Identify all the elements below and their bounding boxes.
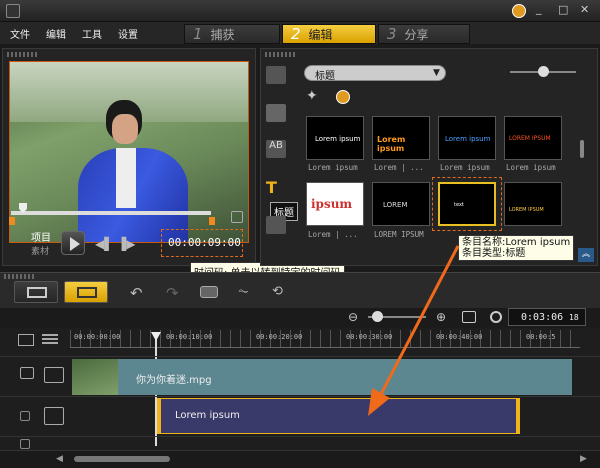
library-expand-button[interactable]: ︽ [578, 248, 594, 262]
chevron-down-icon: ▼ [433, 68, 440, 78]
title-thumbnail[interactable]: LOREM IPSUM [504, 116, 562, 160]
title-thumbnail[interactable]: Lorem ipsum [306, 116, 364, 160]
menu-tools[interactable]: 工具 [82, 26, 102, 41]
title-t-icon[interactable]: T [266, 178, 277, 197]
video-person [72, 100, 192, 242]
timeline-scrollbar[interactable]: ◀ ▶ [0, 450, 600, 468]
tab-edit[interactable]: 2 编辑 [282, 24, 376, 44]
record-capture-icon[interactable] [200, 286, 218, 298]
category-dropdown-value: 标题 [315, 71, 335, 82]
redo-icon[interactable]: ↷ [166, 284, 179, 302]
trim-end-marker[interactable] [209, 217, 215, 225]
panel-grip [4, 274, 34, 279]
video-clip-label: 你为你着迷.mpg [136, 375, 212, 386]
timeline-icon [77, 287, 97, 298]
timecode-value[interactable]: 00:00:09:00 [168, 236, 241, 249]
next-frame-icon[interactable]: ▐▶ [117, 237, 135, 251]
text-ab-icon[interactable]: AB [266, 140, 286, 158]
graphics-library-icon[interactable] [266, 216, 286, 234]
drag-arrow [368, 245, 460, 416]
play-icon [70, 237, 80, 251]
menu-file[interactable]: 文件 [10, 26, 30, 41]
ruler-label: 00:00:00:00 [74, 333, 121, 341]
video-track: 你为你着迷.mpg [0, 356, 600, 396]
track-visibility-icon[interactable] [20, 411, 30, 421]
item-tooltip-name: 条目名称:Lorem ipsum [462, 237, 571, 248]
minimize-button[interactable]: _ [536, 2, 542, 15]
update-icon[interactable] [512, 4, 526, 18]
panel-grip [7, 52, 37, 57]
tab-capture[interactable]: 1 捕获 [184, 24, 280, 44]
item-tooltip-type: 条目类型:标题 [462, 248, 526, 259]
play-button[interactable] [61, 231, 85, 255]
clock-icon [490, 311, 502, 323]
star-icon[interactable] [336, 90, 350, 104]
ruler-label: 00:00:10:00 [166, 333, 213, 341]
trim-start-marker[interactable] [9, 217, 15, 225]
preview-video [9, 61, 249, 243]
item-selection-outline [432, 177, 502, 231]
video-track-icon [44, 367, 64, 383]
title-track: Lorem ipsum [0, 396, 600, 436]
prev-frame-icon[interactable]: ◀▌ [95, 237, 113, 251]
add-favorite-icon[interactable]: ✦ [306, 88, 318, 104]
mode-project-label[interactable]: 项目 [31, 229, 51, 244]
scrub-bar[interactable] [11, 211, 211, 215]
overlay-track-2 [0, 436, 600, 450]
title-clip-label: Lorem ipsum [175, 410, 240, 421]
thumbnail-caption: Lorem ipsum [440, 163, 490, 172]
ruler-label: 00:00:20:00 [256, 333, 303, 341]
storyboard-view-button[interactable] [14, 281, 58, 303]
menu-edit[interactable]: 编辑 [46, 26, 66, 41]
timeline-view-button[interactable] [64, 281, 108, 303]
app-logo-icon [6, 4, 20, 18]
category-dropdown[interactable]: 标题 ▼ [304, 65, 446, 82]
library-scrollbar[interactable] [580, 140, 584, 158]
timecode-box[interactable]: 00:00:09:00 [161, 229, 243, 257]
video-library-icon[interactable] [266, 66, 286, 84]
title-thumbnail[interactable]: ipsum [306, 182, 364, 226]
thumb-size-slider-handle[interactable] [538, 66, 549, 77]
title-thumbnail[interactable]: Lorem ipsum [372, 116, 430, 160]
title-thumbnail[interactable]: LOREM [372, 182, 430, 226]
zoom-out-icon[interactable]: ⊖ [348, 310, 358, 324]
close-button[interactable]: ✕ [580, 3, 589, 16]
clip-thumbnail [72, 359, 118, 395]
menu-settings[interactable]: 设置 [118, 26, 138, 41]
thumbnail-caption: Lorem ipsum [308, 163, 358, 172]
scroll-right-icon[interactable]: ▶ [580, 454, 587, 464]
timeline-ruler[interactable] [70, 330, 580, 348]
track-manager-icon[interactable] [18, 334, 34, 346]
scrollbar-thumb[interactable] [74, 456, 170, 462]
overlay-track-icon [44, 407, 64, 425]
auto-music-icon[interactable]: ⟲ [272, 284, 283, 299]
thumbnail-caption: Lorem ipsum [506, 163, 556, 172]
panel-grip [265, 52, 295, 57]
photo-library-icon[interactable] [266, 104, 286, 122]
ruler-label: 00:00:5 [526, 333, 556, 341]
project-duration-time: 0:03:06 [521, 312, 564, 323]
item-tooltip: 条目名称:Lorem ipsum 条目类型:标题 [458, 235, 575, 261]
track-visibility-icon[interactable] [20, 439, 30, 449]
mode-clip-label[interactable]: 素材 [31, 244, 49, 257]
maximize-button[interactable]: □ [558, 3, 568, 16]
tab-share[interactable]: 3 分享 [378, 24, 470, 44]
preview-panel: 项目 素材 ◀▌ ▐▶ 00:00:09:00 [2, 48, 256, 266]
undo-icon[interactable]: ↶ [130, 284, 143, 302]
thumbnail-caption: LOREM IPSUM [374, 230, 424, 239]
chapter-list-icon[interactable] [42, 334, 58, 346]
project-duration-frames: 18 [569, 313, 579, 322]
thumbnail-caption: Lorem | ... [308, 230, 358, 239]
audio-mixer-icon[interactable]: ⏦ [238, 284, 249, 299]
title-thumbnail[interactable]: LOREM IPSUM [504, 182, 562, 226]
video-clip[interactable]: 你为你着迷.mpg [72, 359, 572, 395]
zoom-preview-icon[interactable] [231, 211, 243, 223]
project-duration: 0:03:06 18 [508, 308, 586, 326]
filmstrip-icon [27, 287, 47, 298]
thumbnail-caption: Lorem | ... [374, 163, 424, 172]
scroll-left-icon[interactable]: ◀ [56, 454, 63, 464]
title-thumbnail[interactable]: Lorem ipsum [438, 116, 496, 160]
track-visibility-icon[interactable] [20, 367, 34, 379]
title-bar: _ □ ✕ [0, 0, 600, 22]
